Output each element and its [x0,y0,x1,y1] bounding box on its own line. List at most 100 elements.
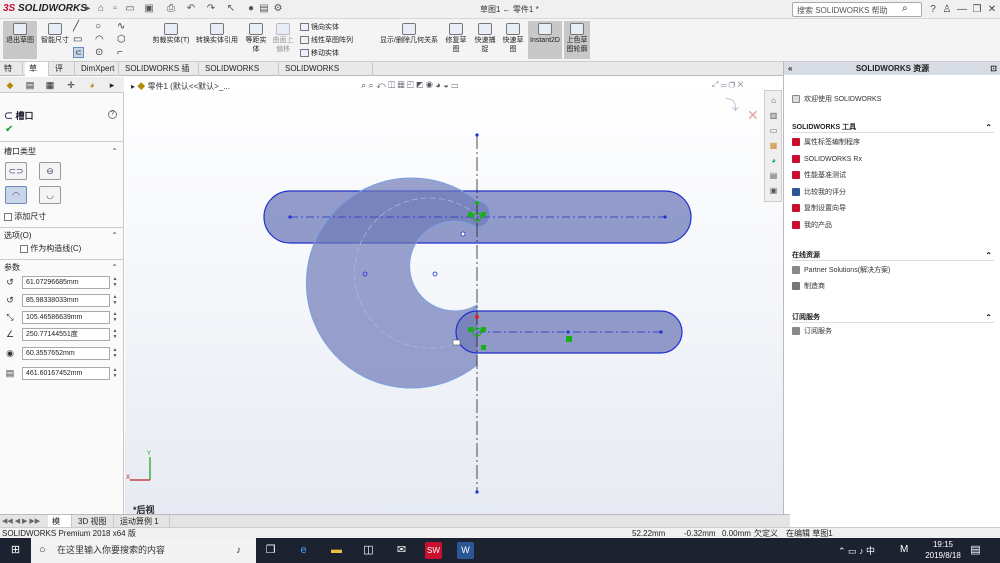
subscription-link[interactable]: 订阅服务 [792,326,832,337]
slot-sketch[interactable]: Y X [126,133,692,494]
store-icon[interactable]: ◫ [360,542,377,559]
custom-properties-tab-icon[interactable]: ▣ [768,185,779,196]
tool-link[interactable]: 我的产品 [792,220,832,231]
dimxpert-icon[interactable]: ✛ [65,79,77,91]
rebuild-icon[interactable]: ● [245,3,257,15]
tool-link[interactable]: 比较我的评分 [792,187,846,198]
pane-collapse-icon[interactable]: « [788,62,792,75]
spinner-arrows-icon[interactable]: ▲ ▼ [112,328,118,341]
exit-sketch-button[interactable]: 退出草图 [3,21,37,59]
options-header[interactable]: 选项(O) ⌃ [4,230,122,242]
parameter-value-field[interactable]: 60.3557652mm [22,347,110,360]
open-icon[interactable]: ▭ [124,3,136,15]
online-section-header[interactable]: 在线资源 ⌃ [792,250,994,261]
tray-icons[interactable]: ⌃ ▭ ♪ 中 [838,544,875,557]
collapse-icon[interactable]: ⌃ [985,122,992,133]
tool-link[interactable]: 复制设置向导 [792,203,846,214]
collapse-icon[interactable]: ⌃ [111,230,118,242]
slot-end-point[interactable] [288,215,292,219]
search-icon[interactable]: ⌕ [902,3,908,14]
collapse-icon[interactable]: ⌃ [111,146,118,158]
collapse-icon[interactable]: ⌃ [111,262,118,274]
tab-3[interactable]: DimXpert [77,62,119,76]
welcome-link[interactable]: 欢迎使用 SOLIDWORKS [792,94,881,105]
repair-sketch-button[interactable]: 修复草图 [443,21,469,59]
taskbar-search-box[interactable]: ○ 在这里输入你要搜索的内容 ♪ [31,538,256,563]
file-properties-icon[interactable]: ▤ [258,3,270,15]
spinner-arrows-icon[interactable]: ▲ ▼ [112,276,118,289]
move-entities-button[interactable]: 移动实体 [300,48,339,59]
save-icon[interactable]: ▣ [143,3,155,15]
notification-icon[interactable]: ▤ [967,542,984,559]
edge-browser-icon[interactable]: e [295,542,312,559]
view-palette-tab-icon[interactable]: ▤ [768,170,779,181]
tab-5[interactable]: SOLIDWORKS MBD [201,62,279,87]
trim-entities-button[interactable]: 剪裁实体(T) [151,21,191,59]
polygon-tool-icon[interactable]: ⬡ [117,34,126,45]
display-manager-icon[interactable]: ◕ [86,79,98,91]
construction-end-point[interactable] [475,133,479,137]
select-icon[interactable]: ↖ [225,3,237,15]
spinner-arrows-icon[interactable]: ▲ ▼ [112,294,118,307]
spline-tool-icon[interactable]: ∿ [117,21,125,32]
minimize-button[interactable]: — [955,3,969,16]
convert-entities-button[interactable]: 转换实体引用 [194,21,240,59]
pm-help-icon[interactable]: ? [108,110,117,119]
microphone-icon[interactable]: ♪ [236,538,241,563]
resources-tab-icon[interactable]: ▥ [768,110,779,121]
point-tool-icon[interactable]: ⊙ [95,47,103,58]
parameters-header[interactable]: 参数 ⌃ [4,262,122,274]
file-explorer-icon[interactable]: ▬ [328,542,345,559]
spinner-arrows-icon[interactable]: ▲ ▼ [112,367,118,380]
parameter-value-field[interactable]: 461.60167452mm [22,367,110,380]
taskbar-clock[interactable]: 19:15 2019/8/18 [925,539,961,561]
online-link[interactable]: 制造商 [792,281,825,292]
close-button[interactable]: ✕ [985,3,999,16]
instant2d-button[interactable]: Instant2D [528,21,562,59]
design-library-tab-icon[interactable]: ▦ [768,140,779,151]
mail-icon[interactable]: ✉ [393,542,410,559]
arc-slot-center-point[interactable] [432,271,438,277]
parameter-value-field[interactable]: 250.77144551度 [22,328,110,341]
pane-pin-icon[interactable]: ⊡ [990,62,997,75]
slot-end-point[interactable] [659,330,663,334]
horizontal-relation-icon[interactable] [566,336,572,342]
shaded-sketch-button[interactable]: 上色草图轮廓 [564,21,590,59]
arc-end-point[interactable] [460,231,466,237]
smart-dimension-button[interactable]: 智能尺寸 [39,21,71,59]
tab-0[interactable]: 特征 [0,62,23,87]
three-point-arc-slot-button[interactable]: ◠ [5,186,27,204]
online-link[interactable]: Partner Solutions(解决方案) [792,265,890,276]
rectangle-tool-icon[interactable]: ▭ [73,34,82,45]
tab-4[interactable]: SOLIDWORKS 插件 [121,62,199,87]
circle-tool-icon[interactable]: ○ [95,21,101,32]
tool-link[interactable]: SOLIDWORKS Rx [792,154,862,165]
tools-section-header[interactable]: SOLIDWORKS 工具 ⌃ [792,122,994,133]
collapse-icon[interactable]: ⌃ [985,250,992,261]
spinner-arrows-icon[interactable]: ▲ ▼ [112,311,118,324]
new-document-icon[interactable]: ▫ [109,3,121,15]
subscription-section-header[interactable]: 订阅服务 ⌃ [792,312,994,323]
tool-link[interactable]: 属性标签编制程序 [792,137,860,148]
tab-6[interactable]: SOLIDWORKS Inspection [281,62,373,87]
home-tab-icon[interactable]: ⌂ [768,95,779,106]
add-dimensions-checkbox[interactable]: 添加尺寸 [4,211,46,222]
centerpoint-straight-slot-button[interactable]: ⊖ [39,162,61,180]
print-icon[interactable]: ⎙ [165,3,177,15]
help-icon[interactable]: ? [926,3,940,16]
solidworks-taskbar-icon[interactable]: SW [425,542,442,559]
tab-2[interactable]: 评估 [51,62,75,87]
construction-end-point[interactable] [475,490,479,494]
parameter-value-field[interactable]: 105.46586639mm [22,311,110,324]
panel-more-icon[interactable]: ▸ [106,79,118,91]
fillet-tool-icon[interactable]: ⌐ [117,47,123,58]
rapid-sketch-button[interactable]: 快速草图 [500,21,526,59]
linear-pattern-button[interactable]: 线性草图阵列 [300,35,353,46]
tab-1[interactable]: 草图 [25,62,49,87]
straight-slot-button[interactable]: ⊂⊃ [5,162,27,180]
undo-icon[interactable]: ↶ [185,3,197,15]
ime-indicator[interactable]: M [900,544,908,555]
graphics-area[interactable]: ▸ ◆ 零件1 (默认<<默认>_... ⌕ ⌕ ↶ ◫ ▦ ◰ ◩ ◉ ◕ ◒… [125,77,783,515]
centerpoint-arc-slot-button[interactable]: ◡ [39,186,61,204]
feature-tree-icon[interactable]: ◆ [4,79,16,91]
